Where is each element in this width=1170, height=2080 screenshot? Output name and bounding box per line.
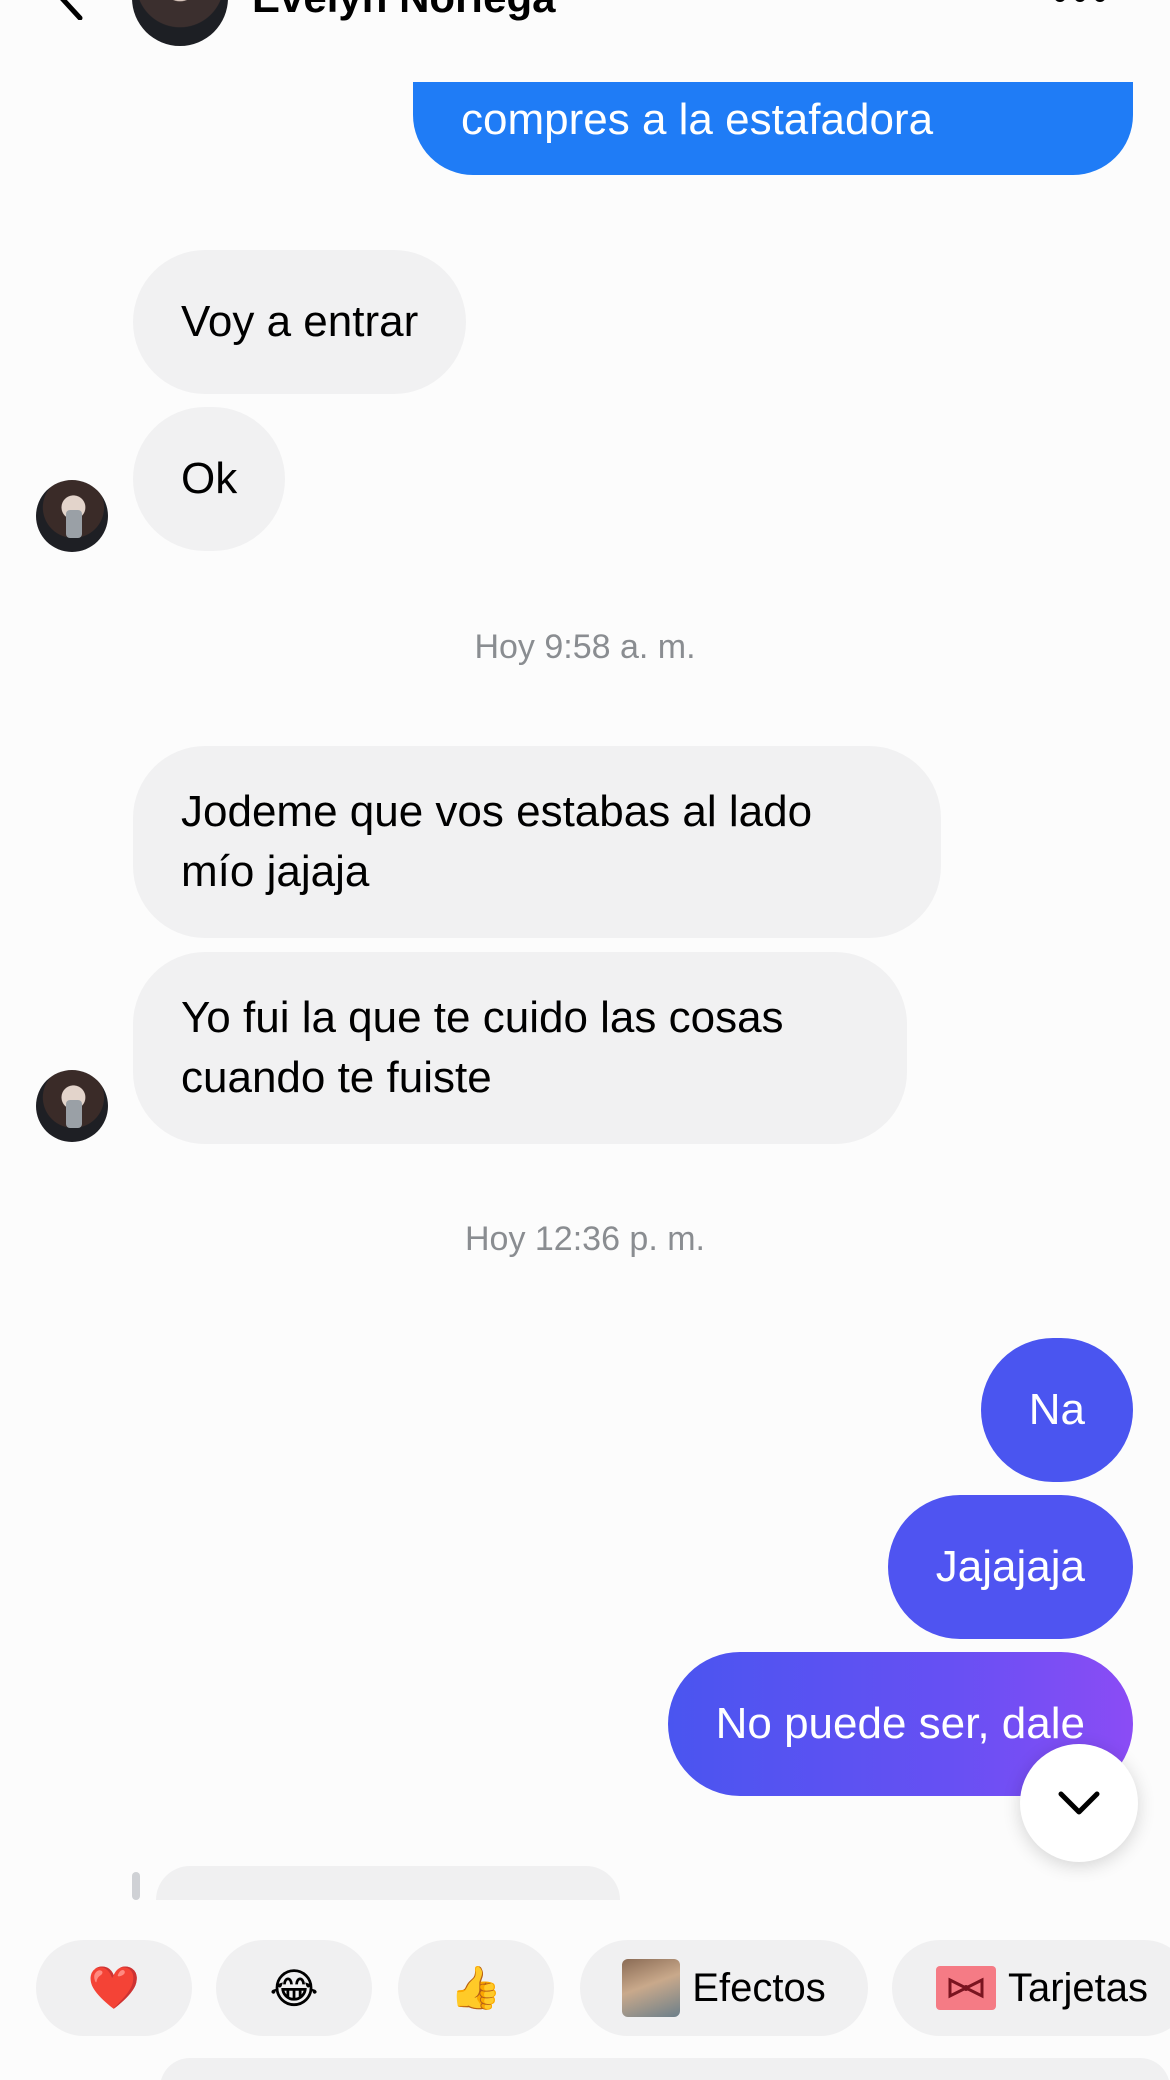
laugh-reaction-button[interactable]: 😂	[216, 1940, 372, 2036]
contact-name[interactable]: Evelyn Noriega	[252, 0, 555, 22]
gift-card-icon	[935, 1966, 996, 2010]
chat-header: Evelyn Noriega	[0, 0, 1170, 60]
sender-avatar[interactable]	[36, 480, 108, 552]
effects-label: Efectos	[692, 1965, 826, 2010]
message-text: No puede ser, dale	[715, 1699, 1085, 1748]
message-text: Ok	[181, 454, 238, 503]
incoming-message[interactable]: Yo fui la que te cuido las cosas cuando …	[133, 952, 907, 1144]
sender-avatar[interactable]	[36, 1070, 108, 1142]
message-text: compres a la estafadora	[461, 94, 934, 144]
incoming-message[interactable]: Voy a entrar	[133, 250, 467, 394]
effects-button[interactable]: Efectos	[580, 1940, 868, 2036]
message-text-line: Jodeme que vos estabas al lado	[181, 787, 813, 836]
more-options-icon[interactable]	[1050, 0, 1110, 8]
effects-thumbnail-icon	[622, 1959, 681, 2017]
message-composer[interactable]	[160, 2058, 1170, 2080]
contact-avatar[interactable]	[132, 0, 228, 46]
message-text: Na	[1028, 1385, 1085, 1434]
quick-reactions-bar: ❤️ 😂 👍 Efectos Tarjetas	[0, 1900, 1170, 2080]
incoming-message[interactable]: Jodeme que vos estabas al lado mío jajaj…	[133, 746, 941, 938]
chevron-down-icon	[1058, 1791, 1100, 1815]
timestamp: Hoy 9:58 a. m.	[474, 628, 696, 666]
cards-button[interactable]: Tarjetas	[892, 1940, 1170, 2036]
cards-label: Tarjetas	[1007, 1965, 1149, 2010]
heart-icon: ❤️	[87, 1963, 141, 2011]
outgoing-message[interactable]: Jajajaja	[887, 1495, 1133, 1639]
incoming-message[interactable]: Ok	[133, 407, 286, 551]
message-text: Voy a entrar	[181, 297, 419, 346]
message-text: Jajajaja	[935, 1542, 1085, 1591]
outgoing-message[interactable]: compres a la estafadora	[413, 82, 1133, 175]
message-text-line: Yo fui la que te cuido las cosas	[181, 993, 784, 1042]
reply-indicator-bar	[132, 1872, 140, 1900]
timestamp: Hoy 12:36 p. m.	[464, 1220, 705, 1258]
outgoing-message[interactable]: Na	[980, 1338, 1133, 1482]
thumbs-up-reaction-button[interactable]: 👍	[398, 1940, 554, 2036]
thumbs-up-icon: 👍	[449, 1963, 503, 2011]
heart-reaction-button[interactable]: ❤️	[36, 1940, 192, 2036]
reply-preview	[156, 1866, 620, 1900]
message-text-line: cuando te fuiste	[181, 1053, 492, 1102]
laughing-emoji-icon: 😂	[269, 1964, 319, 2012]
message-text-line: mío jajaja	[181, 847, 370, 896]
scroll-to-bottom-button[interactable]	[1020, 1744, 1138, 1862]
back-arrow-icon[interactable]	[44, 0, 94, 20]
